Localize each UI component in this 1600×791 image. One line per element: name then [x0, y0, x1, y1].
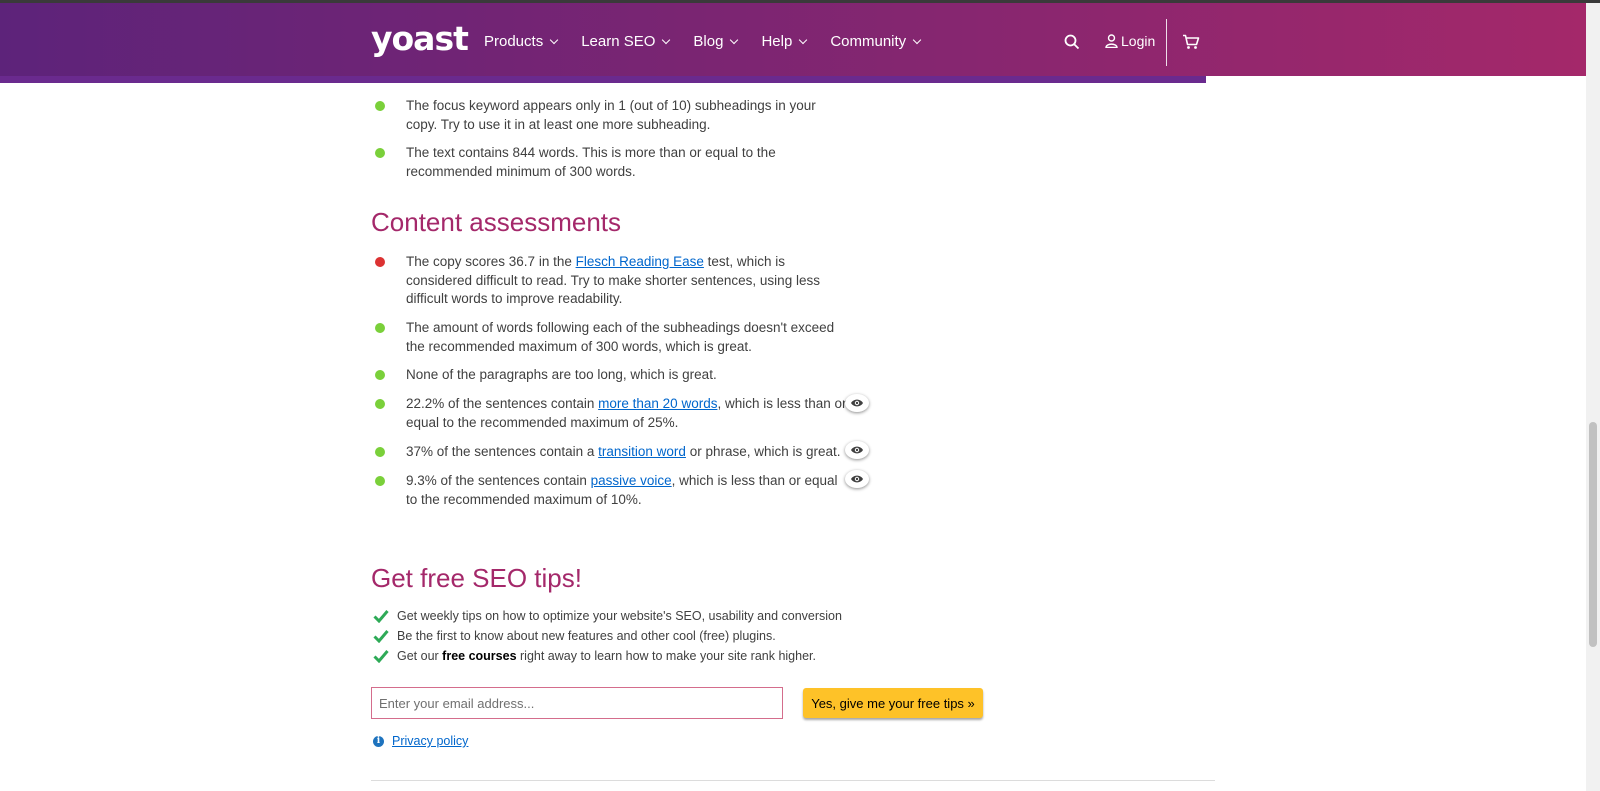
text-segment: 22.2% of the sentences contain — [406, 396, 599, 411]
nav-help[interactable]: Help — [761, 33, 808, 50]
assessment-text: 9.3% of the sentences contain passive vo… — [406, 472, 848, 509]
text-segment: The copy scores 36.7 in the — [406, 254, 576, 269]
yoast-logo[interactable]: yoast — [371, 19, 469, 58]
assessment-text: The text contains 844 words. This is mor… — [406, 145, 776, 179]
assessment-text: 37% of the sentences contain a transitio… — [406, 443, 848, 462]
scrollbar-thumb[interactable] — [1589, 422, 1597, 647]
info-icon: i — [373, 735, 384, 747]
email-input[interactable] — [371, 687, 783, 719]
user-icon — [1105, 34, 1118, 48]
text-segment: or phrase, which is great. — [685, 444, 841, 459]
content-assessments-heading: Content assessments — [371, 207, 622, 237]
list-item: The copy scores 36.7 in the Flesch Readi… — [375, 253, 848, 309]
status-dot-good — [375, 476, 385, 486]
chevron-down-icon — [912, 35, 922, 44]
nav-label: Community — [830, 33, 907, 50]
flesch-reading-ease-link[interactable]: Flesch Reading Ease — [576, 254, 704, 269]
tip-item: Get our free courses right away to learn… — [373, 649, 816, 663]
list-item: 22.2% of the sentences contain more than… — [375, 395, 848, 432]
list-item: 9.3% of the sentences contain passive vo… — [375, 472, 848, 509]
text-segment: right away to learn how to make your sit… — [516, 649, 816, 663]
checkmark-icon — [373, 650, 389, 663]
login-label: Login — [1121, 33, 1156, 49]
tip-text: Be the first to know about new features … — [397, 629, 776, 643]
tip-item: Get weekly tips on how to optimize your … — [373, 609, 842, 623]
chevron-down-icon — [662, 35, 671, 44]
highlight-eye-button[interactable] — [845, 394, 869, 412]
status-dot-good — [375, 101, 385, 111]
text-segment: 9.3% of the sentences contain — [406, 473, 591, 488]
main-nav: Products Learn SEO Blog Help Community — [484, 33, 944, 50]
eye-icon — [851, 399, 863, 407]
chevron-down-icon — [730, 35, 739, 44]
status-dot-good — [375, 148, 385, 158]
list-item: None of the paragraphs are too long, whi… — [375, 366, 848, 385]
nav-products[interactable]: Products — [484, 33, 559, 50]
assessment-text: The amount of words following each of th… — [406, 320, 835, 354]
divider — [371, 780, 1215, 781]
status-dot-good — [375, 370, 385, 380]
nav-blog[interactable]: Blog — [693, 33, 739, 50]
privacy-row: i Privacy policy — [373, 734, 468, 748]
highlight-eye-button[interactable] — [845, 470, 869, 488]
nav-label: Blog — [693, 33, 724, 50]
scrollbar-track[interactable] — [1586, 3, 1600, 791]
assessment-text: The focus keyword appears only in 1 (out… — [406, 98, 816, 132]
header-underline — [0, 76, 1206, 83]
highlight-eye-button[interactable] — [845, 441, 869, 459]
privacy-policy-link[interactable]: Privacy policy — [392, 734, 468, 748]
assessment-text: None of the paragraphs are too long, whi… — [406, 367, 717, 382]
cart-icon[interactable] — [1182, 34, 1200, 50]
list-item: The text contains 844 words. This is mor… — [375, 144, 848, 181]
eye-icon — [851, 446, 863, 454]
nav-label: Help — [761, 33, 793, 50]
tip-text: Get our free courses right away to learn… — [397, 649, 816, 663]
list-item: The focus keyword appears only in 1 (out… — [375, 97, 848, 134]
tip-item: Be the first to know about new features … — [373, 629, 776, 643]
nav-community[interactable]: Community — [830, 33, 922, 50]
text-segment: Get our — [397, 649, 443, 663]
site-header: yoast Products Learn SEO Blog Help Commu… — [0, 3, 1586, 76]
free-courses-emphasis: free courses — [442, 649, 517, 663]
status-dot-good — [375, 447, 385, 457]
subscribe-button[interactable]: Yes, give me your free tips » — [803, 688, 983, 718]
nav-label: Learn SEO — [581, 33, 656, 50]
chevron-down-icon — [799, 35, 808, 44]
nav-label: Products — [484, 33, 544, 50]
text-segment: 37% of the sentences contain a — [406, 444, 599, 459]
passive-voice-link[interactable]: passive voice — [591, 473, 672, 488]
header-divider — [1166, 19, 1167, 66]
status-dot-good — [375, 323, 385, 333]
nav-learn-seo[interactable]: Learn SEO — [581, 33, 671, 50]
checkmark-icon — [373, 610, 389, 623]
tip-text: Get weekly tips on how to optimize your … — [397, 609, 842, 623]
newsletter-heading: Get free SEO tips! — [371, 563, 582, 593]
status-dot-good — [375, 399, 385, 409]
login-link[interactable]: Login — [1105, 33, 1155, 49]
chevron-down-icon — [549, 35, 559, 44]
status-dot-bad — [375, 257, 385, 267]
list-item: The amount of words following each of th… — [375, 319, 848, 356]
transition-word-link[interactable]: transition word — [598, 444, 686, 459]
eye-icon — [851, 475, 863, 483]
assessment-text: The copy scores 36.7 in the Flesch Readi… — [406, 253, 848, 309]
checkmark-icon — [373, 630, 389, 643]
more-than-20-words-link[interactable]: more than 20 words — [598, 396, 717, 411]
list-item: 37% of the sentences contain a transitio… — [375, 443, 848, 462]
search-icon[interactable] — [1064, 34, 1080, 50]
assessment-text: 22.2% of the sentences contain more than… — [406, 395, 848, 432]
